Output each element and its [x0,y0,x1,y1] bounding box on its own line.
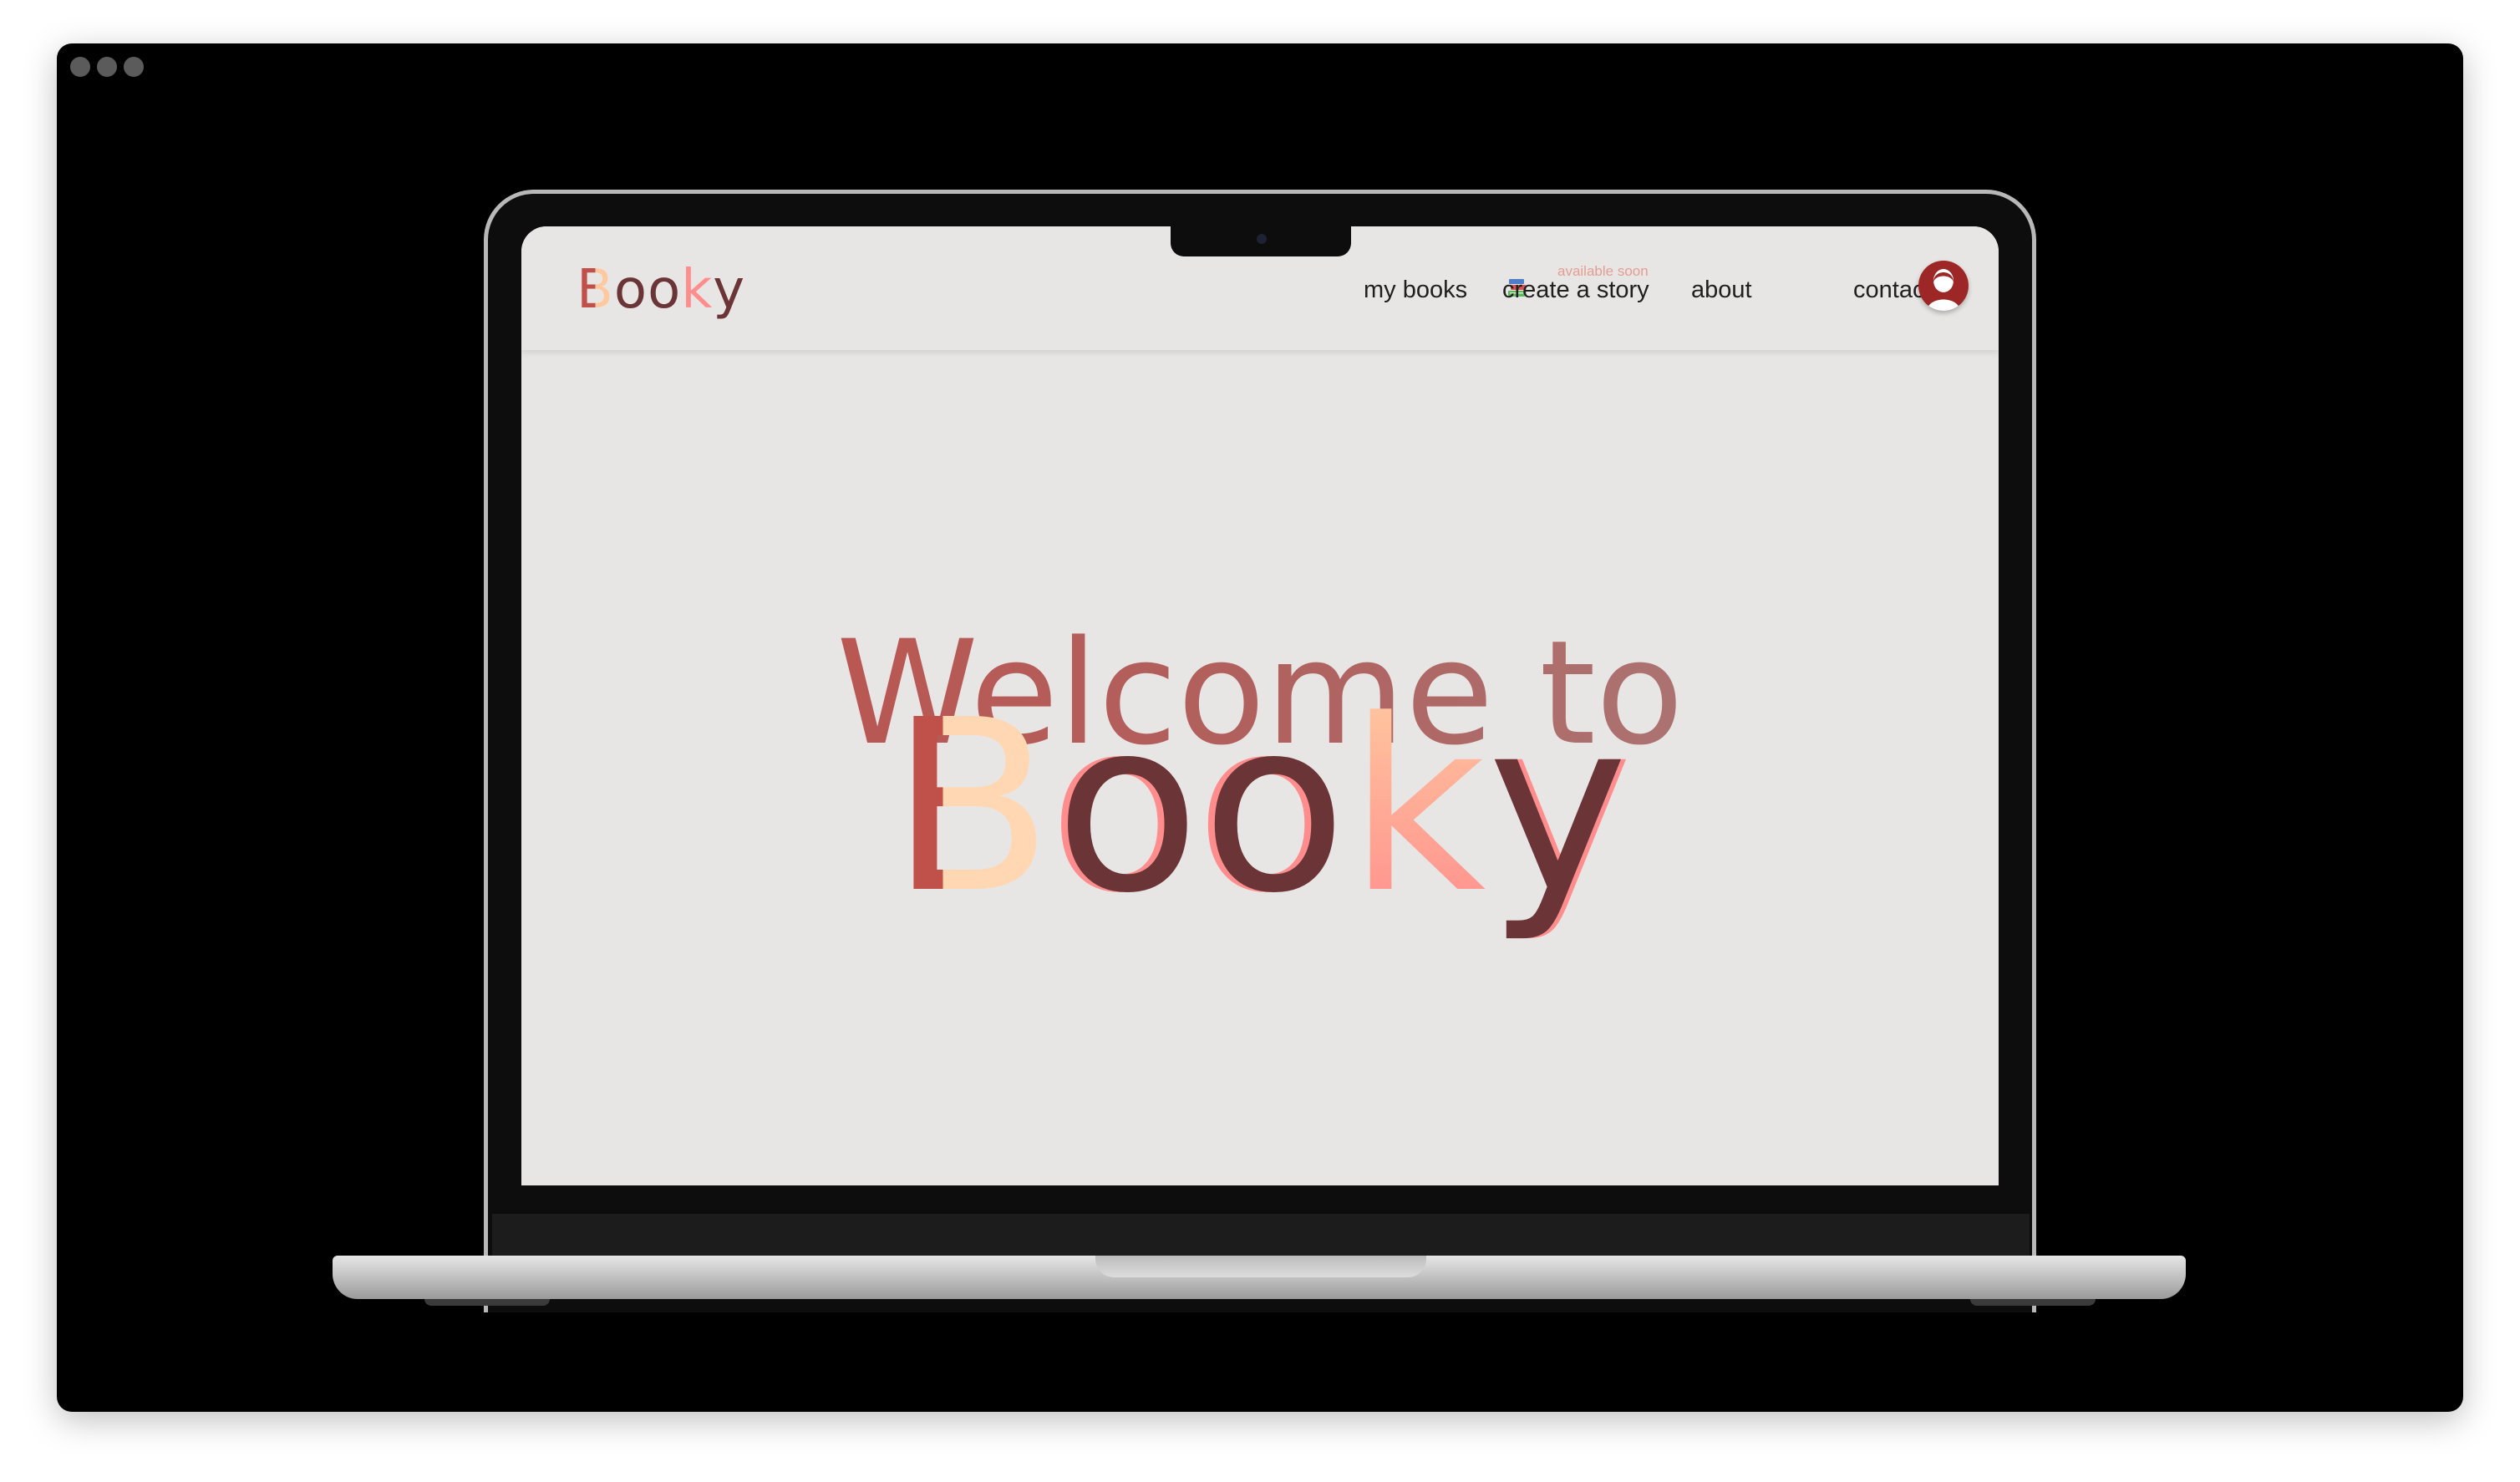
browser-window: Booky my books available soon create a s… [57,43,2463,1412]
hero-letter-k: k [1348,668,1488,945]
hero-letter-o: o [1202,668,1349,945]
hero-letter-y: y [1487,668,1630,945]
hero-letter-b: B [890,668,1055,945]
laptop-opening-notch [1095,1256,1426,1277]
window-maximize-button[interactable] [124,57,144,77]
laptop-foot-left [424,1299,550,1306]
logo-letter-y: y [713,259,746,321]
hero-letter-o: o [1054,668,1202,945]
user-avatar-icon[interactable] [1918,261,1969,311]
laptop-screen: Booky my books available soon create a s… [521,226,1999,1185]
logo-letter-k: k [681,259,714,321]
window-minimize-button[interactable] [97,57,117,77]
camera-icon [1257,234,1267,244]
window-close-button[interactable] [70,57,90,77]
logo-letter-o: o [648,259,682,321]
laptop-foot-right [1970,1299,2096,1306]
nav-my-books[interactable]: my books [1364,277,1467,304]
logo-letter-o: o [613,259,648,321]
logo-letter-b: B [577,256,614,323]
laptop-chin [492,1214,2030,1256]
nav-about[interactable]: about [1691,277,1752,304]
site-logo[interactable]: Booky [577,256,745,323]
hero-booky-wordmark: Booky [521,682,1999,932]
nav-create-story[interactable]: create a story [1502,277,1649,304]
